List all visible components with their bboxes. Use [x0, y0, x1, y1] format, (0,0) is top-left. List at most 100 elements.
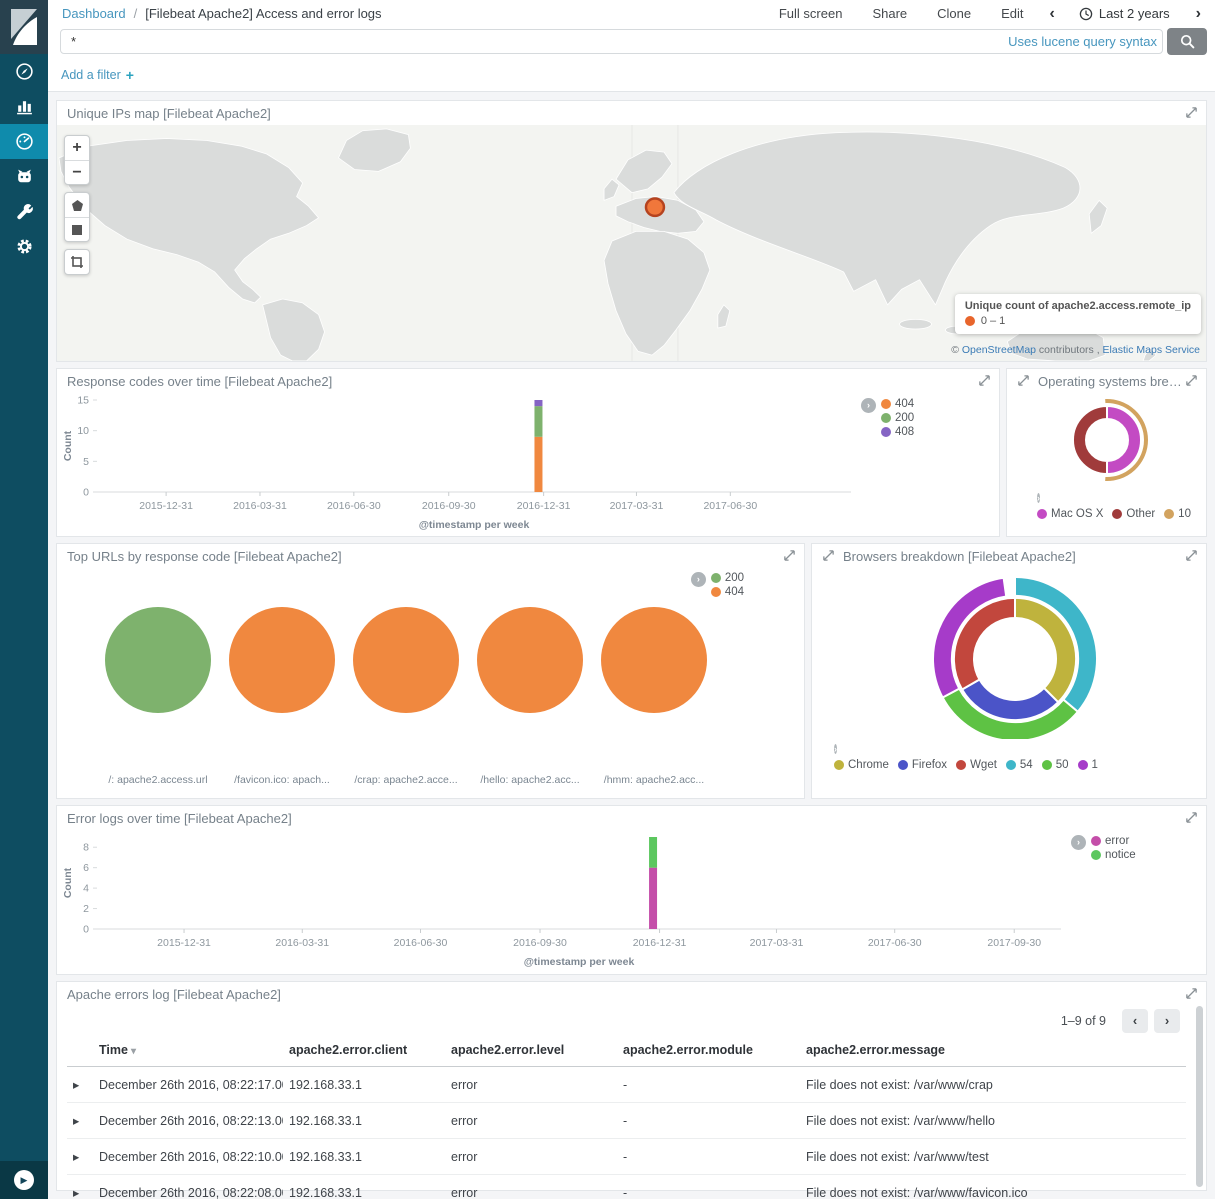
legend-toggle-icon[interactable]: ›: [691, 572, 706, 587]
column-header-time[interactable]: Time▾: [93, 1035, 283, 1067]
cell-message: File does not exist: /var/www/test: [800, 1139, 1186, 1175]
bar-segment-200[interactable]: [534, 406, 542, 437]
table-scrollbar[interactable]: [1196, 1006, 1203, 1187]
pie-slice-404[interactable]: [229, 607, 335, 713]
pie-slice-404[interactable]: [353, 607, 459, 713]
column-header-apache2.error.module[interactable]: apache2.error.module: [617, 1035, 800, 1067]
column-header-apache2.error.message[interactable]: apache2.error.message: [800, 1035, 1186, 1067]
legend-label: 404: [725, 586, 744, 598]
lucene-syntax-link[interactable]: Uses lucene query syntax: [1008, 34, 1157, 49]
legend-item[interactable]: Firefox: [898, 759, 947, 771]
gauge-icon: [15, 132, 34, 151]
url-pie: /hmm: apache2.acc...: [601, 607, 707, 786]
share-button[interactable]: Share: [872, 6, 907, 21]
os-breakdown-donut[interactable]: [1017, 392, 1197, 488]
sidebar-item-discover[interactable]: [0, 54, 48, 89]
sidebar-collapse[interactable]: ▶: [0, 1161, 48, 1199]
expand-panel-icon[interactable]: [1017, 374, 1030, 392]
legend-item[interactable]: 50: [1042, 759, 1069, 771]
legend-item[interactable]: 54: [1006, 759, 1033, 771]
edit-button[interactable]: Edit: [1001, 6, 1023, 21]
rectangle-draw-icon[interactable]: [65, 217, 89, 241]
expand-panel-icon[interactable]: [1185, 811, 1198, 829]
pagination-next-button[interactable]: ›: [1154, 1009, 1180, 1033]
legend-item[interactable]: notice: [1091, 849, 1136, 861]
legend-item[interactable]: 200: [711, 572, 744, 584]
legend-item[interactable]: 404: [881, 398, 914, 410]
donut-segment-Other[interactable]: [1072, 406, 1106, 474]
legend-item[interactable]: Wget: [956, 759, 997, 771]
response-codes-chart[interactable]: 0510152015-12-312016-03-312016-06-302016…: [61, 392, 861, 536]
svg-text:2: 2: [83, 903, 89, 915]
ems-link[interactable]: Elastic Maps Service: [1103, 344, 1200, 356]
time-back-button[interactable]: ‹: [1050, 6, 1055, 22]
expand-panel-icon[interactable]: [978, 374, 991, 392]
legend-item[interactable]: 408: [881, 426, 914, 438]
cell-message: File does not exist: /var/www/hello: [800, 1103, 1186, 1139]
pie-slice-200[interactable]: [105, 607, 211, 713]
time-forward-button[interactable]: ›: [1196, 6, 1201, 22]
pagination-prev-button[interactable]: ‹: [1122, 1009, 1148, 1033]
map-marker[interactable]: [646, 198, 664, 215]
map-zoom-out-button[interactable]: −: [65, 160, 89, 184]
breadcrumb-dashboard-link[interactable]: Dashboard: [62, 6, 126, 21]
cell-module: -: [617, 1103, 800, 1139]
legend-item[interactable]: 404: [711, 586, 744, 598]
legend-toggle-icon[interactable]: ›: [861, 398, 876, 413]
page-title: [Filebeat Apache2] Access and error logs: [145, 6, 381, 21]
bar-segment-notice[interactable]: [649, 837, 657, 868]
column-header-apache2.error.level[interactable]: apache2.error.level: [445, 1035, 617, 1067]
wrench-icon: [15, 202, 34, 221]
sidebar-item-timelion[interactable]: [0, 159, 48, 194]
expand-panel-icon[interactable]: [1185, 549, 1198, 567]
legend-item[interactable]: Chrome: [834, 759, 889, 771]
polygon-draw-icon[interactable]: [65, 193, 89, 217]
legend-item[interactable]: Other: [1112, 508, 1155, 520]
sidebar-item-dashboard[interactable]: [0, 124, 48, 159]
legend-item[interactable]: 200: [881, 412, 914, 424]
row-expand-caret[interactable]: ▸: [67, 1067, 93, 1103]
cell-module: -: [617, 1067, 800, 1103]
world-map[interactable]: + −: [57, 125, 1206, 361]
bar-segment-404[interactable]: [534, 437, 542, 492]
legend-toggle-icon[interactable]: ›: [1071, 835, 1086, 850]
pie-slice-404[interactable]: [601, 607, 707, 713]
row-expand-caret[interactable]: ▸: [67, 1175, 93, 1199]
search-button[interactable]: [1167, 28, 1207, 55]
browsers-donut[interactable]: [819, 567, 1199, 739]
legend-label: 54: [1020, 759, 1033, 771]
expand-panel-icon[interactable]: [783, 549, 796, 567]
legend-item[interactable]: Mac OS X: [1037, 508, 1103, 520]
sidebar-item-visualize[interactable]: [0, 89, 48, 124]
bar-segment-error[interactable]: [649, 868, 657, 929]
pie-slice-404[interactable]: [477, 607, 583, 713]
legend-item[interactable]: 1: [1078, 759, 1098, 771]
search-input[interactable]: [60, 29, 1163, 54]
legend-toggle-icon[interactable]: ›: [1037, 493, 1040, 503]
panel-error-logs: Error logs over time [Filebeat Apache2] …: [56, 805, 1207, 975]
row-expand-caret[interactable]: ▸: [67, 1103, 93, 1139]
full-screen-button[interactable]: Full screen: [779, 6, 843, 21]
clone-button[interactable]: Clone: [937, 6, 971, 21]
timepicker-button[interactable]: Last 2 years: [1079, 6, 1170, 21]
legend-toggle-icon[interactable]: ›: [834, 744, 837, 754]
legend-item[interactable]: 10: [1164, 508, 1191, 520]
panel-title: Top URLs by response code [Filebeat Apac…: [67, 549, 342, 564]
kibana-logo[interactable]: [0, 0, 48, 54]
expand-panel-icon[interactable]: [1185, 374, 1198, 392]
fit-bounds-icon[interactable]: [65, 250, 89, 274]
map-zoom-in-button[interactable]: +: [65, 136, 89, 160]
sidebar-item-dev-tools[interactable]: [0, 194, 48, 229]
legend-item[interactable]: error: [1091, 835, 1136, 847]
expand-panel-icon[interactable]: [1185, 987, 1198, 1005]
error-logs-chart[interactable]: 024682015-12-312016-03-312016-06-302016-…: [61, 829, 1071, 973]
bar-segment-408[interactable]: [534, 400, 542, 406]
row-expand-caret[interactable]: ▸: [67, 1139, 93, 1175]
expand-panel-icon[interactable]: [822, 549, 835, 567]
add-filter-button[interactable]: Add a filter: [61, 68, 121, 82]
expand-panel-icon[interactable]: [1185, 106, 1198, 124]
column-header-apache2.error.client[interactable]: apache2.error.client: [283, 1035, 445, 1067]
osm-link[interactable]: OpenStreetMap: [962, 344, 1036, 356]
sidebar-item-management[interactable]: [0, 229, 48, 264]
legend-dot: [881, 399, 891, 409]
